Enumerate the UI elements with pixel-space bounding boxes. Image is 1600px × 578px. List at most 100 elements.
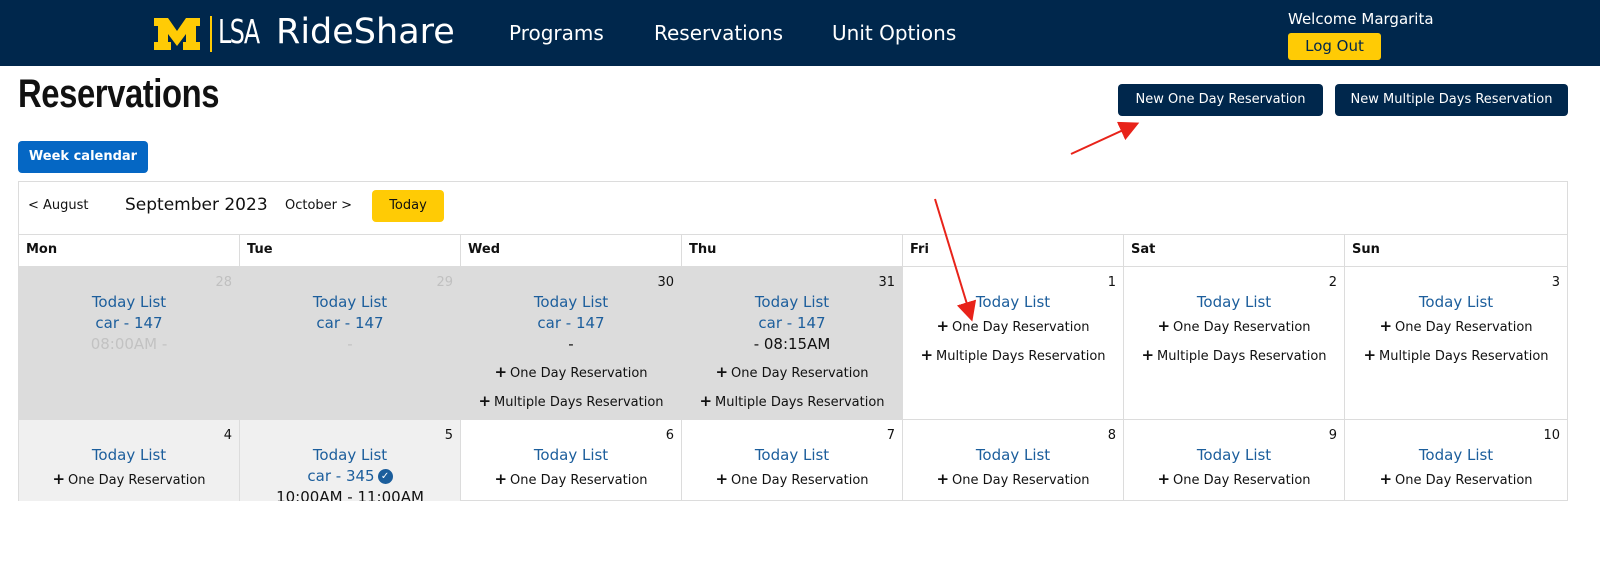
today-list-link[interactable]: Today List	[682, 446, 902, 464]
day-number: 30	[657, 275, 674, 290]
plus-icon: +	[1379, 470, 1393, 488]
calendar-day-cell: 9 Today List + One Day Reservation	[1124, 419, 1345, 501]
next-month-link[interactable]: October >	[285, 198, 352, 213]
calendar-day-cell: 6 Today List + One Day Reservation	[461, 419, 682, 501]
app-brand[interactable]: RideShare	[276, 12, 455, 52]
car-label: car - 345	[307, 467, 375, 485]
add-one-day-reservation-link[interactable]: + One Day Reservation	[1345, 470, 1567, 488]
calendar-day-cell: 4 Today List + One Day Reservation	[19, 419, 240, 501]
add-one-day-reservation-link[interactable]: + One Day Reservation	[461, 470, 681, 488]
add-one-day-reservation-link[interactable]: + One Day Reservation	[903, 317, 1123, 335]
today-list-link[interactable]: Today List	[19, 446, 239, 464]
day-number: 10	[1543, 428, 1560, 443]
add-one-day-reservation-link[interactable]: + One Day Reservation	[682, 363, 902, 381]
add-multiple-days-label: Multiple Days Reservation	[494, 395, 664, 410]
logout-button[interactable]: Log Out	[1288, 33, 1381, 60]
add-one-day-reservation-link[interactable]: + One Day Reservation	[682, 470, 902, 488]
new-one-day-reservation-button[interactable]: New One Day Reservation	[1118, 84, 1323, 116]
today-list-link[interactable]: Today List	[1124, 293, 1344, 311]
nav-programs[interactable]: Programs	[509, 21, 604, 45]
car-reservation-link[interactable]: car - 147	[240, 314, 460, 332]
today-list-link[interactable]: Today List	[240, 293, 460, 311]
day-number: 3	[1551, 275, 1560, 290]
add-multiple-days-reservation-link[interactable]: + Multiple Days Reservation	[682, 392, 902, 410]
add-one-day-label: One Day Reservation	[731, 473, 869, 488]
calendar-day-cell: 28 Today List car - 147 08:00AM -	[19, 266, 240, 419]
add-one-day-reservation-link[interactable]: + One Day Reservation	[1345, 317, 1567, 335]
nav-reservations[interactable]: Reservations	[654, 21, 783, 45]
plus-icon: +	[1141, 346, 1155, 364]
reservation-time: -	[568, 335, 574, 353]
michigan-block-m-logo[interactable]	[152, 16, 202, 52]
plus-icon: +	[1157, 470, 1171, 488]
add-multiple-days-label: Multiple Days Reservation	[1379, 349, 1549, 364]
plus-icon: +	[936, 317, 950, 335]
plus-icon: +	[1157, 317, 1171, 335]
current-month-label: September 2023	[125, 195, 268, 215]
new-multiple-days-reservation-button[interactable]: New Multiple Days Reservation	[1335, 84, 1568, 116]
add-one-day-label: One Day Reservation	[1173, 473, 1311, 488]
add-one-day-label: One Day Reservation	[510, 366, 648, 381]
today-list-link[interactable]: Today List	[1124, 446, 1344, 464]
add-multiple-days-reservation-link[interactable]: + Multiple Days Reservation	[1124, 346, 1344, 364]
plus-icon: +	[715, 363, 729, 381]
today-list-link[interactable]: Today List	[461, 446, 681, 464]
plus-icon: +	[699, 392, 713, 410]
day-header-fri: Fri	[903, 234, 1124, 266]
day-number: 9	[1328, 428, 1337, 443]
day-number: 6	[665, 428, 674, 443]
today-list-link[interactable]: Today List	[682, 293, 902, 311]
car-label: car - 147	[95, 314, 163, 332]
day-header-sun: Sun	[1345, 234, 1568, 266]
car-reservation-link[interactable]: car - 147	[682, 314, 902, 332]
add-multiple-days-reservation-link[interactable]: + Multiple Days Reservation	[1345, 346, 1567, 364]
week-calendar-button[interactable]: Week calendar	[18, 141, 148, 173]
add-multiple-days-reservation-link[interactable]: + Multiple Days Reservation	[903, 346, 1123, 364]
today-button[interactable]: Today	[372, 190, 444, 222]
add-one-day-reservation-link[interactable]: + One Day Reservation	[19, 470, 239, 488]
calendar-day-cell: 5 Today List car - 345 ✓ 10:00AM - 11:00AM	[240, 419, 461, 501]
add-one-day-reservation-link[interactable]: + One Day Reservation	[903, 470, 1123, 488]
top-navbar: LSA RideShare Programs Reservations Unit…	[0, 0, 1600, 66]
car-label: car - 147	[537, 314, 605, 332]
today-list-link[interactable]: Today List	[1345, 446, 1567, 464]
calendar-day-cell: 3 Today List + One Day Reservation + Multiple…	[1345, 266, 1568, 419]
today-list-link[interactable]: Today List	[461, 293, 681, 311]
today-list-link[interactable]: Today List	[903, 293, 1123, 311]
day-number: 8	[1107, 428, 1116, 443]
plus-icon: +	[52, 470, 66, 488]
add-one-day-reservation-link[interactable]: + One Day Reservation	[1124, 317, 1344, 335]
reservation-time: -	[347, 335, 353, 353]
add-one-day-reservation-link[interactable]: + One Day Reservation	[461, 363, 681, 381]
calendar-day-cell: 8 Today List + One Day Reservation	[903, 419, 1124, 501]
day-number: 5	[444, 428, 453, 443]
calendar-day-cell: 31 Today List car - 147- 08:15AM + One Day R…	[682, 266, 903, 419]
add-one-day-label: One Day Reservation	[1395, 473, 1533, 488]
car-label: car - 147	[758, 314, 826, 332]
car-reservation-link[interactable]: car - 147	[461, 314, 681, 332]
car-reservation-link[interactable]: car - 147	[19, 314, 239, 332]
today-list-link[interactable]: Today List	[240, 446, 460, 464]
add-one-day-label: One Day Reservation	[731, 366, 869, 381]
car-reservation-link[interactable]: car - 345 ✓	[240, 467, 460, 485]
add-one-day-label: One Day Reservation	[68, 473, 206, 488]
day-number: 7	[886, 428, 895, 443]
add-one-day-label: One Day Reservation	[952, 320, 1090, 335]
today-list-link[interactable]: Today List	[903, 446, 1123, 464]
add-one-day-label: One Day Reservation	[510, 473, 648, 488]
add-multiple-days-reservation-link[interactable]: + Multiple Days Reservation	[461, 392, 681, 410]
add-one-day-label: One Day Reservation	[952, 473, 1090, 488]
prev-month-link[interactable]: < August	[28, 198, 89, 213]
add-one-day-reservation-link[interactable]: + One Day Reservation	[1124, 470, 1344, 488]
lsa-logo-text: LSA	[218, 12, 260, 51]
today-list-link[interactable]: Today List	[1345, 293, 1567, 311]
car-label: car - 147	[316, 314, 384, 332]
welcome-text: Welcome Margarita	[1288, 10, 1434, 28]
nav-unit-options[interactable]: Unit Options	[832, 21, 956, 45]
plus-icon: +	[1379, 317, 1393, 335]
add-multiple-days-label: Multiple Days Reservation	[1157, 349, 1327, 364]
today-list-link[interactable]: Today List	[19, 293, 239, 311]
calendar-day-cell: 1 Today List + One Day Reservation + Multiple…	[903, 266, 1124, 419]
plus-icon: +	[936, 470, 950, 488]
plus-icon: +	[494, 470, 508, 488]
